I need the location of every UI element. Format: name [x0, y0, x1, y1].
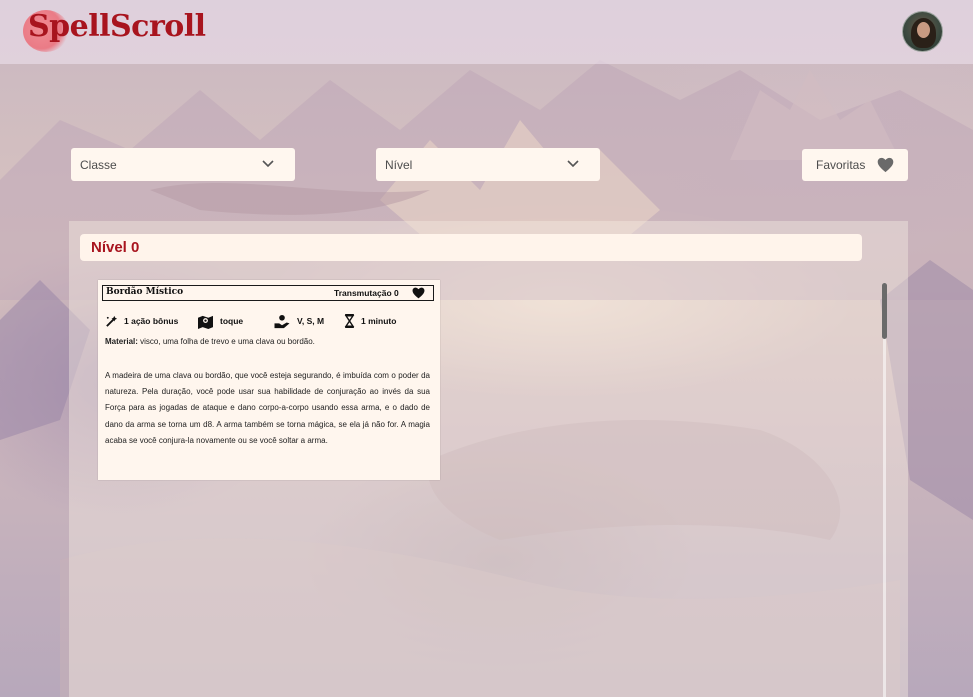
- spell-components-text: V, S, M: [297, 316, 325, 326]
- spell-duration-text: 1 minuto: [361, 316, 397, 326]
- magic-wand-icon: [106, 315, 118, 327]
- spell-card[interactable]: Bordão Místico Transmutação 0 1 ação bôn…: [98, 280, 440, 480]
- favorites-label: Favoritas: [816, 158, 866, 172]
- level-select[interactable]: Nível: [376, 148, 600, 181]
- spell-school: Transmutação 0: [334, 288, 399, 298]
- spell-description: A madeira de uma clava ou bordão, que vo…: [105, 371, 430, 445]
- scrollbar-track[interactable]: [883, 283, 886, 697]
- user-avatar[interactable]: [902, 11, 943, 52]
- spell-range-text: toque: [220, 316, 244, 326]
- spell-duration: 1 minuto: [344, 313, 396, 329]
- spell-card-header: Bordão Místico Transmutação 0: [102, 285, 434, 301]
- casting-time-text: 1 ação bônus: [124, 316, 179, 326]
- top-navigation-bar: SpellScroll: [0, 0, 973, 64]
- spell-material: Material: visco, uma folha de trevo e um…: [105, 337, 435, 346]
- material-text: visco, uma folha de trevo e uma clava ou…: [140, 337, 315, 346]
- spell-name: Bordão Místico: [106, 287, 184, 297]
- favorite-heart-icon[interactable]: [412, 287, 425, 299]
- spell-components: V, S, M: [273, 313, 324, 329]
- heart-icon: [877, 157, 894, 173]
- level-select-value: Nível: [385, 157, 413, 172]
- spell-range: toque: [197, 313, 243, 329]
- class-select-value: Classe: [80, 157, 117, 172]
- class-select[interactable]: Classe: [71, 148, 295, 181]
- chevron-down-icon: [567, 160, 579, 168]
- material-label: Material:: [105, 337, 138, 346]
- avatar-face: [917, 22, 930, 38]
- casting-time: 1 ação bônus: [105, 313, 178, 329]
- level-heading: Nível 0: [80, 234, 862, 261]
- level-heading-text: Nível 0: [91, 239, 140, 256]
- chevron-down-icon: [262, 160, 274, 168]
- hand-icon: [274, 314, 290, 328]
- favorites-button[interactable]: Favoritas: [802, 149, 908, 181]
- hourglass-icon: [344, 314, 355, 328]
- scrollbar-thumb[interactable]: [882, 283, 887, 339]
- app-logo[interactable]: SpellScroll: [28, 9, 206, 44]
- map-icon: [198, 315, 213, 329]
